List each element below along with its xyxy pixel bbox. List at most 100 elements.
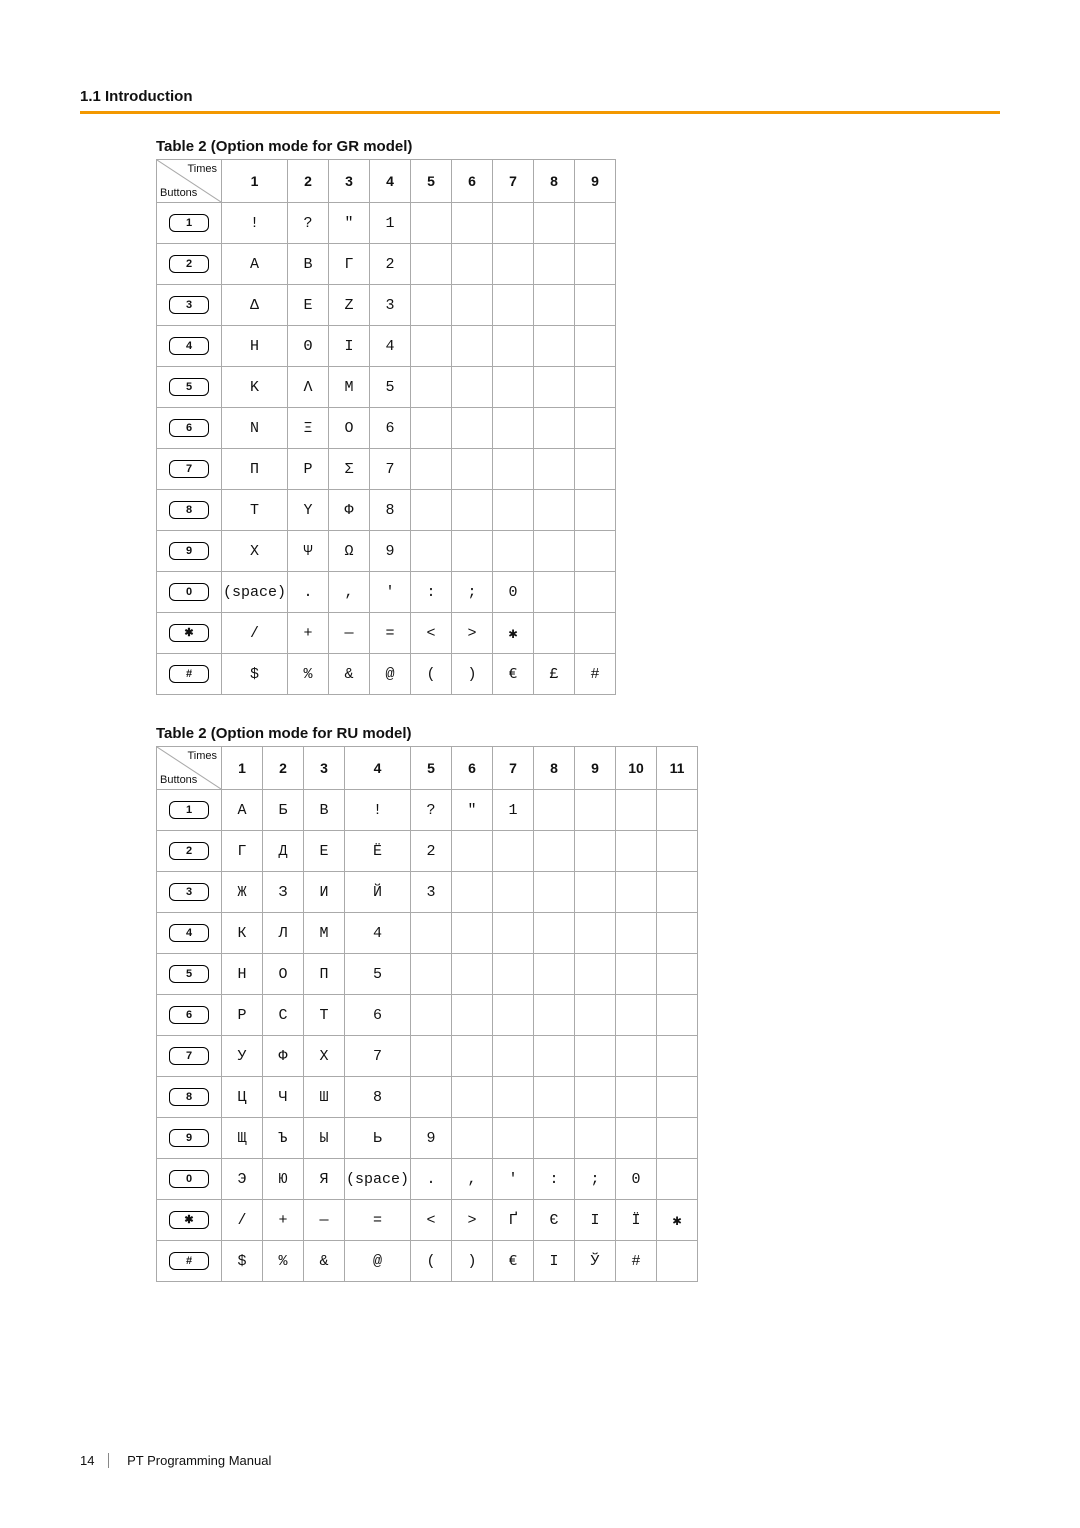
char-cell (411, 285, 452, 326)
char-cell (534, 531, 575, 572)
char-cell: Ξ (288, 408, 329, 449)
char-cell: Τ (222, 490, 288, 531)
char-cell: 3 (411, 872, 452, 913)
char-cell (657, 1036, 698, 1077)
char-cell: Т (304, 995, 345, 1036)
char-cell: # (575, 654, 616, 695)
char-cell: 7 (345, 1036, 411, 1077)
column-header: 6 (452, 160, 493, 203)
table-row: 8ΤΥΦ8 (157, 490, 616, 531)
char-cell: И (304, 872, 345, 913)
char-cell: (space) (345, 1159, 411, 1200)
keycap-icon: # (169, 665, 209, 683)
keycap-icon: 7 (169, 1047, 209, 1065)
char-cell (452, 872, 493, 913)
char-cell: ( (411, 654, 452, 695)
keycap-icon: 9 (169, 1129, 209, 1147)
char-cell (657, 913, 698, 954)
keycap-icon: 9 (169, 542, 209, 560)
table-row: 5ΚΛΜ5 (157, 367, 616, 408)
table-row: 8ЦЧШ8 (157, 1077, 698, 1118)
char-cell (452, 995, 493, 1036)
column-header: 4 (345, 747, 411, 790)
button-cell: 2 (157, 831, 222, 872)
char-cell: 0 (616, 1159, 657, 1200)
char-cell (493, 995, 534, 1036)
button-cell: 5 (157, 954, 222, 995)
char-cell (575, 367, 616, 408)
char-cell: Σ (329, 449, 370, 490)
char-cell: Ω (329, 531, 370, 572)
column-header: 6 (452, 747, 493, 790)
table-row: 7УФХ7 (157, 1036, 698, 1077)
char-cell (616, 790, 657, 831)
table-block: Table 2 (Option mode for RU model)TimesB… (156, 725, 1000, 1282)
column-header: 5 (411, 160, 452, 203)
char-cell (616, 1036, 657, 1077)
char-cell: Ψ (288, 531, 329, 572)
keycap-icon: 0 (169, 583, 209, 601)
table-row: 0(space).,':;0 (157, 572, 616, 613)
char-cell (493, 913, 534, 954)
char-cell: = (345, 1200, 411, 1241)
char-cell (534, 326, 575, 367)
char-cell (657, 872, 698, 913)
char-cell: + (288, 613, 329, 654)
button-cell: 8 (157, 490, 222, 531)
char-cell (534, 1118, 575, 1159)
char-cell (657, 995, 698, 1036)
char-cell (616, 954, 657, 995)
char-cell (575, 408, 616, 449)
char-cell (575, 490, 616, 531)
char-cell: П (304, 954, 345, 995)
char-cell (575, 831, 616, 872)
char-cell: В (304, 790, 345, 831)
char-cell (411, 449, 452, 490)
button-cell: 7 (157, 449, 222, 490)
char-cell (493, 408, 534, 449)
char-cell (534, 831, 575, 872)
char-cell: . (411, 1159, 452, 1200)
char-cell (493, 1077, 534, 1118)
char-cell: > (452, 1200, 493, 1241)
char-cell: — (329, 613, 370, 654)
char-cell: : (411, 572, 452, 613)
char-cell (534, 203, 575, 244)
char-cell: ? (411, 790, 452, 831)
button-cell: 3 (157, 285, 222, 326)
char-cell (657, 1118, 698, 1159)
char-cell: , (452, 1159, 493, 1200)
char-cell: О (263, 954, 304, 995)
char-cell: 2 (411, 831, 452, 872)
char-cell: Ρ (288, 449, 329, 490)
char-cell: І (534, 1241, 575, 1282)
character-table: TimesButtons1234567891!?"12ΑΒΓ23ΔΕΖ34ΗΘΙ… (156, 159, 616, 695)
char-cell: 5 (370, 367, 411, 408)
char-cell (411, 531, 452, 572)
column-header: 3 (304, 747, 345, 790)
button-cell: # (157, 1241, 222, 1282)
char-cell (534, 954, 575, 995)
keycap-icon: 1 (169, 801, 209, 819)
char-cell (657, 1077, 698, 1118)
table-row: 1!?"1 (157, 203, 616, 244)
char-cell: < (411, 613, 452, 654)
char-cell: # (616, 1241, 657, 1282)
char-cell (452, 531, 493, 572)
char-cell (452, 913, 493, 954)
button-cell: 9 (157, 1118, 222, 1159)
char-cell (411, 490, 452, 531)
button-cell: 9 (157, 531, 222, 572)
button-cell: ✱ (157, 1200, 222, 1241)
char-cell: Е (304, 831, 345, 872)
char-cell (575, 913, 616, 954)
char-cell: : (534, 1159, 575, 1200)
table-row: 9ΧΨΩ9 (157, 531, 616, 572)
char-cell: Ц (222, 1077, 263, 1118)
char-cell (452, 449, 493, 490)
table-row: ✱/+—=<>✱ (157, 613, 616, 654)
char-cell: Й (345, 872, 411, 913)
button-cell: 7 (157, 1036, 222, 1077)
char-cell (411, 367, 452, 408)
char-cell: & (329, 654, 370, 695)
